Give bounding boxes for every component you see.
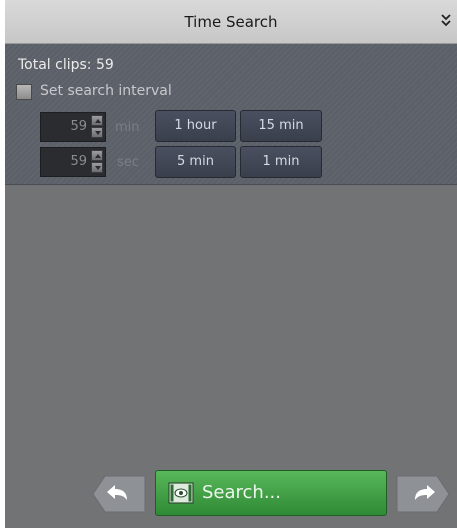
five-min-button[interactable]: 5 min — [155, 146, 236, 178]
seconds-value[interactable]: 59 — [41, 154, 87, 169]
one-min-button[interactable]: 1 min — [240, 146, 322, 178]
set-interval-checkbox[interactable] — [16, 84, 32, 100]
fifteen-min-button[interactable]: 15 min — [240, 110, 322, 142]
seconds-spinner[interactable]: 59 — [40, 147, 106, 177]
panel-title: Time Search — [184, 13, 278, 31]
search-button-label[interactable]: Search... — [202, 482, 281, 503]
minutes-spinner[interactable]: 59 — [40, 112, 106, 142]
minutes-increment-icon[interactable] — [91, 115, 103, 126]
search-options: Total clips: 59 Set search interval 59 m… — [5, 44, 457, 185]
total-clips-label: Total clips: 59 — [18, 57, 114, 73]
seconds-decrement-icon[interactable] — [91, 162, 103, 173]
double-chevron-down-icon[interactable] — [439, 12, 453, 30]
film-eye-icon — [168, 482, 194, 504]
search-button[interactable]: Search... — [155, 470, 387, 516]
next-button[interactable] — [395, 474, 451, 514]
time-search-panel: Time Search Total clips: 59 Set search i… — [5, 0, 457, 528]
set-interval-label[interactable]: Set search interval — [40, 83, 172, 99]
arrow-right-icon[interactable] — [395, 474, 451, 514]
arrow-left-icon[interactable] — [91, 474, 147, 514]
seconds-stepper[interactable] — [91, 150, 103, 174]
minutes-stepper[interactable] — [91, 115, 103, 139]
footer-bar: Search... — [5, 462, 457, 528]
minutes-unit-label: min — [115, 120, 140, 135]
minutes-decrement-icon[interactable] — [91, 127, 103, 138]
seconds-unit-label: sec — [117, 155, 139, 170]
panel-header: Time Search — [5, 0, 457, 44]
previous-button[interactable] — [91, 474, 147, 514]
minutes-value[interactable]: 59 — [41, 119, 87, 134]
seconds-increment-icon[interactable] — [91, 150, 103, 161]
one-hour-button[interactable]: 1 hour — [155, 110, 236, 142]
